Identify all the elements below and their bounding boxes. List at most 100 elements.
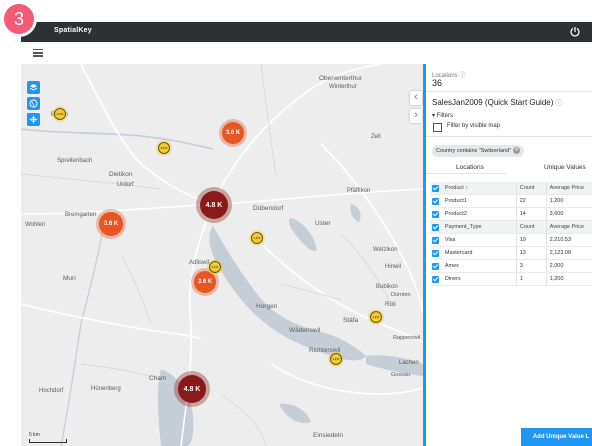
app-title: SpatialKey	[54, 27, 92, 34]
checkbox[interactable]	[432, 223, 439, 231]
table-row[interactable]: Amex 3 2,000	[430, 259, 592, 273]
side-panel: Locations ⓘ 36 SalesJan2009 (Quick Start…	[426, 64, 592, 446]
table-header-row: Product ↑ Count Average Price	[430, 182, 592, 195]
map-cluster[interactable]: 1.2 K	[251, 232, 263, 244]
map-scale-label: 5 km	[29, 432, 40, 438]
column-header-average-price[interactable]: Average Price	[545, 220, 592, 234]
map-scale-bar	[29, 439, 67, 443]
map-cluster[interactable]: 1.2 K	[370, 311, 382, 323]
place-bubikon: Bubikon	[376, 284, 398, 290]
power-icon[interactable]	[568, 25, 582, 39]
collapse-panel-right-icon[interactable]: ›	[410, 109, 422, 123]
tab-underline	[426, 173, 506, 174]
map-cluster[interactable]: 3.6 K	[99, 212, 123, 236]
table-row[interactable]: Visa 19 2,210.53	[430, 233, 592, 247]
place-stafa: Stäfa	[343, 317, 359, 324]
place-durnten: Dürnten	[391, 292, 411, 298]
add-unique-value-button[interactable]: Add Unique Value L	[521, 428, 592, 446]
map-cluster[interactable]: 1.2 K	[209, 261, 221, 273]
place-gossau: Gossau	[391, 372, 410, 378]
checkbox[interactable]	[432, 210, 439, 218]
map-cluster[interactable]: 4.8 K	[178, 375, 206, 403]
map-cluster[interactable]: 1.2 K	[330, 353, 342, 365]
place-rapperswil: Rapperswil	[393, 335, 420, 341]
map-tools	[27, 81, 40, 129]
checkbox[interactable]	[432, 184, 439, 192]
place-rueti: Rüti	[385, 302, 396, 308]
globe-icon	[29, 99, 38, 108]
place-hunenberg: Hünenberg	[91, 386, 121, 392]
place-wetzikon: Wetzikon	[373, 247, 398, 253]
column-header-payment-type[interactable]: Payment_Type	[441, 220, 517, 234]
info-icon[interactable]: ⓘ	[459, 73, 465, 79]
place-muri: Muri	[63, 275, 76, 282]
tab-locations[interactable]: Locations	[456, 164, 484, 171]
map-cluster[interactable]: 1.2 K	[54, 108, 66, 120]
place-zell: Zell	[371, 134, 381, 140]
place-oberwinterthur: Oberwinterthur	[319, 75, 363, 82]
place-urdorf: Urdorf	[117, 182, 134, 188]
place-uster: Uster	[315, 220, 331, 227]
locate-button[interactable]	[27, 113, 40, 126]
table-row[interactable]: Product2 14 3,600	[430, 207, 592, 221]
place-bremgarten: Bremgarten	[65, 212, 96, 218]
checkbox[interactable]	[432, 249, 439, 257]
place-pfaffikon: Pfäffikon	[347, 188, 370, 194]
tab-unique-values[interactable]: Unique Values	[544, 164, 586, 171]
lake-sihlsee	[279, 403, 311, 424]
table-row[interactable]: Mastercard 13 2,123.08	[430, 246, 592, 260]
place-hinwil: Hinwil	[385, 264, 401, 270]
map-view[interactable]: Oberwinterthur Winterthur Dübendorf Uste…	[21, 64, 423, 446]
info-icon[interactable]: ⓘ	[555, 100, 562, 107]
collapse-panel-left-icon[interactable]: ‹	[410, 91, 422, 105]
filters-toggle[interactable]: ▾ Filters	[432, 112, 453, 119]
table-header-row: Payment_Type Count Average Price	[430, 220, 592, 234]
column-header-product[interactable]: Product ↑	[441, 182, 517, 195]
top-bar: SpatialKey	[21, 22, 592, 42]
caret-down-icon: ▾	[432, 113, 436, 119]
place-spreitenbach: Spreitenbach	[57, 158, 92, 164]
remove-filter-icon[interactable]: ✕	[513, 147, 521, 155]
map-cluster[interactable]: 1.2 K	[158, 142, 170, 154]
step-badge: 3	[4, 4, 34, 34]
divider	[426, 91, 592, 92]
map-cluster[interactable]: 4.8 K	[200, 191, 228, 219]
map-cluster[interactable]: 3.6 K	[194, 271, 216, 293]
lake-pfaffikersee	[350, 204, 361, 222]
place-einsiedeln: Einsiedeln	[313, 432, 343, 439]
crosshair-icon	[29, 115, 38, 124]
place-dubendorf: Dübendorf	[253, 205, 284, 212]
layers-button[interactable]	[27, 81, 40, 94]
basemap-button[interactable]	[27, 97, 40, 110]
filter-visible-map-label: Filter by visible map	[447, 123, 501, 129]
layers-icon	[29, 84, 38, 91]
table-row[interactable]: Diners 1 1,200	[430, 272, 592, 286]
filter-visible-map-checkbox[interactable]	[433, 123, 442, 132]
map-base: Oberwinterthur Winterthur Dübendorf Uste…	[21, 64, 423, 446]
checkbox[interactable]	[432, 197, 439, 205]
locations-count: 36	[432, 78, 443, 88]
hamburger-menu-icon[interactable]	[33, 49, 43, 57]
checkbox[interactable]	[432, 275, 439, 283]
place-hochdorf: Hochdorf	[39, 388, 64, 394]
place-horgen: Horgen	[256, 303, 278, 310]
table-row[interactable]: Product1 22 1,200	[430, 194, 592, 208]
place-wadenswil: Wädenswil	[289, 327, 321, 334]
checkbox[interactable]	[432, 262, 439, 270]
divider	[426, 136, 592, 137]
checkbox[interactable]	[432, 236, 439, 244]
place-cham: Cham	[149, 375, 166, 382]
place-winterthur: Winterthur	[329, 84, 357, 90]
place-dietikon: Dietikon	[109, 171, 133, 178]
lake-greifensee	[288, 218, 317, 251]
lake-zurich	[209, 226, 366, 361]
place-adliswil: Adliswil	[189, 260, 209, 266]
column-header-count[interactable]: Count	[515, 220, 547, 234]
place-lachen: Lachen	[399, 360, 419, 366]
dataset-title: SalesJan2009 (Quick Start Guide) ⓘ	[432, 98, 563, 107]
place-wohlen: Wohlen	[25, 222, 45, 228]
column-header-count[interactable]: Count	[515, 182, 547, 195]
filter-chip[interactable]: Country contains "Switzerland" ✕	[432, 145, 525, 157]
column-header-average-price[interactable]: Average Price	[545, 182, 592, 195]
map-cluster[interactable]: 3.6 K	[222, 122, 244, 144]
